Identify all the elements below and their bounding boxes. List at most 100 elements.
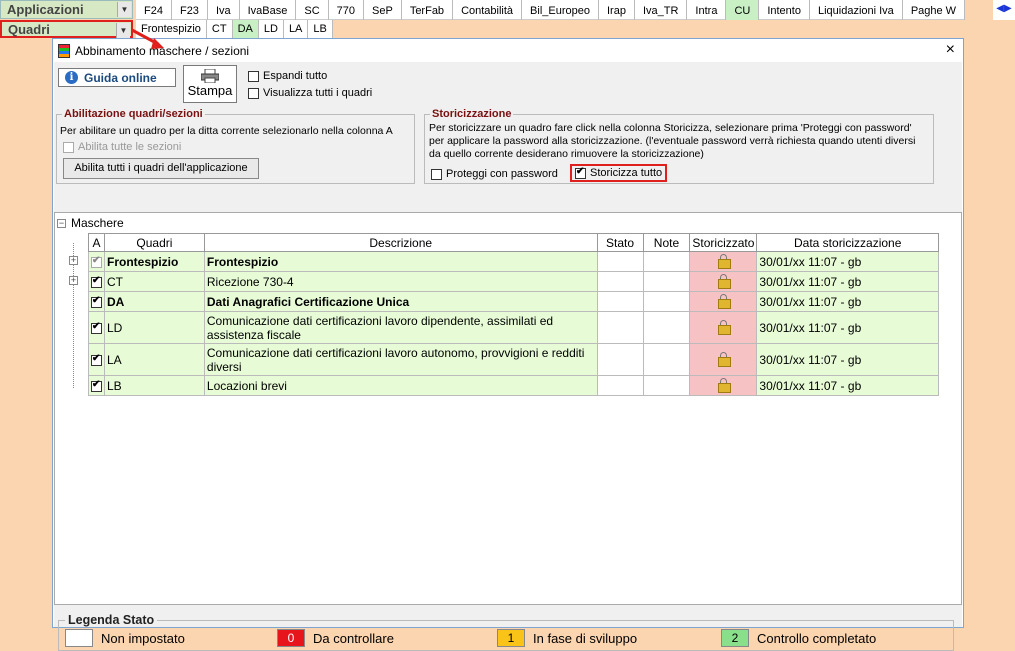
espandi-tutto-option[interactable]: Espandi tutto (248, 70, 327, 82)
stato-cell[interactable] (596, 291, 644, 312)
tab-bil-europeo[interactable]: Bil_Europeo (522, 0, 599, 20)
subtab-la[interactable]: LA (284, 20, 309, 38)
row-checkbox[interactable] (91, 379, 102, 392)
note-cell[interactable] (642, 291, 691, 312)
chevron-down-icon[interactable]: ▼ (116, 23, 130, 38)
storicizzato-cell[interactable] (689, 251, 758, 272)
note-cell[interactable] (642, 251, 691, 272)
maschere-tree[interactable]: − Maschere + + A Quadri Descrizione Stat… (54, 212, 962, 605)
note-cell[interactable] (642, 311, 691, 344)
table-row[interactable]: CT Ricezione 730-4 30/01/xx 11:07 - gb (88, 271, 939, 292)
column-header[interactable]: Quadri (104, 233, 205, 252)
legend-swatch (65, 629, 93, 647)
expand-icon[interactable]: + (69, 276, 78, 285)
stato-cell[interactable] (596, 251, 644, 272)
tab-f24[interactable]: F24 (136, 0, 172, 20)
visualizza-tutti-checkbox[interactable] (248, 87, 259, 99)
stato-cell[interactable] (596, 375, 644, 396)
stato-cell[interactable] (596, 343, 644, 376)
tab-770[interactable]: 770 (329, 0, 365, 20)
tab-irap[interactable]: Irap (599, 0, 635, 20)
row-checkbox[interactable] (91, 255, 102, 268)
stampa-button[interactable]: Stampa (183, 65, 237, 103)
table-row[interactable]: LB Locazioni brevi 30/01/xx 11:07 - gb (88, 375, 939, 396)
row-checkbox[interactable] (91, 275, 102, 288)
abilita-sezioni-option[interactable]: Abilita tutte le sezioni (63, 141, 181, 153)
tab-terfab[interactable]: TerFab (402, 0, 454, 20)
table-row[interactable]: LD Comunicazione dati certificazioni lav… (88, 311, 939, 344)
note-cell[interactable] (642, 375, 691, 396)
visualizza-tutti-option[interactable]: Visualizza tutti i quadri (248, 87, 372, 99)
row-checkbox[interactable] (91, 295, 102, 308)
row-checkbox[interactable] (91, 353, 102, 366)
subtab-da[interactable]: DA (232, 20, 259, 38)
abilita-sezioni-checkbox[interactable] (63, 141, 74, 153)
row-checkbox[interactable] (91, 321, 102, 334)
storicizzato-cell[interactable] (689, 271, 758, 292)
legend-item: 2 Controllo completato (721, 629, 876, 647)
column-header[interactable]: Stato (596, 233, 644, 252)
abilita-cell[interactable] (88, 375, 105, 396)
espandi-tutto-label: Espandi tutto (263, 70, 328, 82)
table-row[interactable]: Frontespizio Frontespizio 30/01/xx 11:07… (88, 251, 939, 272)
descrizione-cell: Locazioni brevi (203, 375, 598, 396)
close-icon[interactable]: × (946, 41, 955, 59)
chevron-down-icon[interactable]: ▼ (117, 2, 131, 17)
abilita-cell[interactable] (88, 291, 105, 312)
subtab-ct[interactable]: CT (207, 20, 233, 38)
storicizzato-cell[interactable] (689, 375, 758, 396)
espandi-tutto-checkbox[interactable] (248, 70, 259, 82)
column-header[interactable]: Storicizzato (689, 233, 758, 252)
applicazioni-select[interactable]: Applicazioni ▼ (0, 0, 133, 19)
storicizzato-cell[interactable] (689, 311, 758, 344)
legenda-stato: Legenda Stato Non impostato 0 Da control… (58, 613, 954, 651)
arrow-right-icon[interactable]: ▶ (1004, 3, 1012, 14)
maschere-table: A Quadri Descrizione Stato Note Storiciz… (88, 233, 939, 396)
column-header[interactable]: A (88, 233, 105, 252)
stato-cell[interactable] (596, 311, 644, 344)
proteggi-checkbox[interactable] (431, 168, 442, 180)
column-header[interactable]: Data storicizzazione (756, 233, 939, 252)
tab-ivabase[interactable]: IvaBase (240, 0, 297, 20)
tab-liquidazioni-iva[interactable]: Liquidazioni Iva (810, 0, 903, 20)
tree-root[interactable]: − Maschere (57, 216, 124, 230)
tab-intento[interactable]: Intento (759, 0, 810, 20)
stato-cell[interactable] (596, 271, 644, 292)
tab-f23[interactable]: F23 (172, 0, 208, 20)
tab-iva-tr[interactable]: Iva_TR (635, 0, 688, 20)
note-cell[interactable] (642, 343, 691, 376)
expand-icon[interactable]: + (69, 256, 78, 265)
data-cell: 30/01/xx 11:07 - gb (756, 311, 939, 344)
column-header[interactable]: Note (642, 233, 691, 252)
storicizzato-cell[interactable] (689, 291, 758, 312)
tab-sc[interactable]: SC (296, 0, 329, 20)
guida-online-button[interactable]: i Guida online (58, 68, 176, 87)
storicizza-tutto-checkbox[interactable] (575, 166, 586, 179)
arrow-left-icon[interactable]: ◀ (996, 3, 1004, 14)
subtab-lb[interactable]: LB (308, 20, 333, 38)
tab-paghe[interactable]: Paghe W (903, 0, 966, 20)
abilita-cell[interactable] (88, 271, 105, 292)
table-row[interactable]: DA Dati Anagrafici Certificazione Unica … (88, 291, 939, 312)
note-cell[interactable] (642, 271, 691, 292)
abilita-cell[interactable] (88, 343, 105, 376)
abilita-tutti-button[interactable]: Abilita tutti i quadri dell'applicazione (63, 158, 259, 179)
tab-iva[interactable]: Iva (208, 0, 240, 20)
tab-intra[interactable]: Intra (687, 0, 727, 20)
subtab-ld[interactable]: LD (259, 20, 284, 38)
proteggi-option[interactable]: Proteggi con password (431, 168, 558, 180)
tab-sep[interactable]: SeP (364, 0, 402, 20)
tab-contabilita[interactable]: Contabilità (453, 0, 523, 20)
tab-scroll-arrows[interactable]: ◀▶ (993, 0, 1015, 20)
storicizza-tutto-option[interactable]: Storicizza tutto (569, 164, 668, 182)
column-header[interactable]: Descrizione (203, 233, 598, 252)
tab-cu[interactable]: CU (726, 0, 760, 20)
lock-icon (717, 273, 731, 289)
storicizzazione-group: Storicizzazione Per storicizzare un quad… (424, 108, 934, 184)
abilita-cell[interactable] (88, 311, 105, 344)
collapse-icon[interactable]: − (57, 218, 66, 228)
table-row[interactable]: LA Comunicazione dati certificazioni lav… (88, 343, 939, 376)
quadri-select[interactable]: Quadri ▼ (0, 20, 133, 38)
storicizzato-cell[interactable] (689, 343, 758, 376)
abilita-cell[interactable] (88, 251, 105, 272)
